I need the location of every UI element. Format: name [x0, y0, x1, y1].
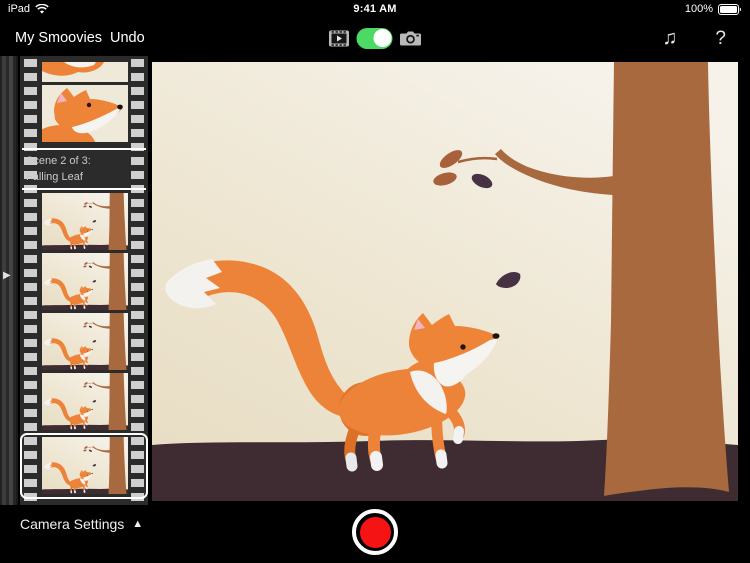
toggle-knob — [373, 29, 391, 47]
filmstrip-frame-7-selected[interactable] — [42, 437, 128, 494]
scene-divider-bottom — [22, 188, 146, 190]
filmstrip-sidebar: Scene 2 of 3: Falling Leaf — [20, 56, 148, 505]
battery-icon — [718, 4, 742, 15]
scene-label-line1: Scene 2 of 3: — [26, 153, 144, 169]
app-screen: iPad 9:41 AM 100% My Smoovies Undo — [0, 0, 750, 563]
filmstrip-sprockets-right — [131, 56, 144, 505]
filmstrip-frame-2[interactable] — [42, 85, 128, 142]
chevron-up-icon: ▲ — [132, 518, 143, 530]
toolbar-right: ♫ ? — [656, 20, 732, 56]
record-button[interactable] — [352, 509, 398, 555]
record-dot — [360, 517, 391, 548]
filmstrip-frame-3[interactable] — [42, 193, 128, 250]
help-button[interactable]: ? — [709, 28, 732, 49]
mode-controls — [329, 20, 422, 56]
filmstrip-play-icon — [329, 30, 350, 47]
toolbar: My Smoovies Undo ♫ — [0, 20, 750, 56]
filmstrip-frame-1[interactable] — [42, 62, 128, 82]
scene-label: Scene 2 of 3: Falling Leaf — [26, 153, 144, 185]
my-smoovies-button[interactable]: My Smoovies — [15, 20, 102, 56]
camera-preview — [152, 62, 738, 501]
battery-percent-label: 100% — [685, 3, 713, 15]
status-time: 9:41 AM — [0, 3, 750, 15]
camera-settings-label: Camera Settings — [20, 516, 124, 532]
drawer-arrow-icon: ▶ — [3, 270, 11, 281]
undo-button[interactable]: Undo — [110, 20, 145, 56]
filmstrip-frame-4[interactable] — [42, 253, 128, 310]
scene-label-line2: Falling Leaf — [26, 169, 144, 185]
mode-toggle[interactable] — [357, 28, 393, 49]
status-bar: iPad 9:41 AM 100% — [0, 0, 750, 20]
filmstrip-frame-6[interactable] — [42, 373, 128, 430]
camera-settings-button[interactable]: Camera Settings ▲ — [14, 515, 149, 533]
scene-divider-top — [22, 148, 146, 150]
music-note-icon[interactable]: ♫ — [656, 27, 683, 49]
scene-drawer-handle[interactable]: ▶ — [0, 56, 18, 505]
filmstrip-sprockets-left — [24, 56, 37, 505]
camera-icon — [400, 30, 422, 47]
filmstrip-frame-5[interactable] — [42, 313, 128, 370]
